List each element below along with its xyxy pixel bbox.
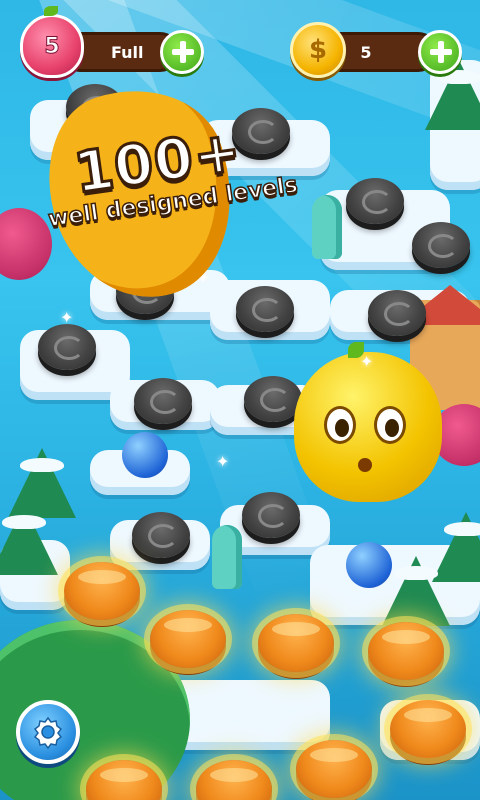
lives-count: 5 [44, 33, 60, 59]
locked-level[interactable] [244, 376, 302, 422]
level-button[interactable] [368, 622, 444, 680]
gear-icon [33, 716, 63, 749]
level-button[interactable] [196, 760, 272, 800]
locked-level[interactable] [242, 492, 300, 538]
locked-level[interactable] [346, 178, 404, 224]
sparkle-icon: ✦ [360, 352, 374, 371]
locked-level[interactable] [38, 324, 96, 370]
locked-level[interactable] [132, 512, 190, 558]
level-button[interactable] [150, 610, 226, 668]
sparkle-icon: ✦ [60, 308, 74, 327]
sparkle-icon: ✦ [216, 452, 230, 471]
settings-button[interactable] [16, 700, 80, 764]
jelly-mouth [358, 458, 372, 472]
cactus [312, 195, 342, 259]
level-map: ✦ ✦ ✦ ✦ 100+ well designed levels Full 5… [0, 0, 480, 800]
locked-level[interactable] [134, 378, 192, 424]
add-lives-button[interactable] [160, 30, 204, 74]
snowy-tree [0, 505, 58, 575]
coins-count: 5 [360, 42, 372, 62]
locked-level[interactable] [368, 290, 426, 336]
coin-icon: $ [290, 22, 346, 78]
blueberry-candy [122, 432, 168, 478]
lives-status: Full [111, 42, 144, 62]
level-button[interactable] [258, 614, 334, 672]
jelly-eye-left [324, 406, 356, 444]
heart-leaf [44, 6, 58, 16]
blueberry-candy [346, 542, 392, 588]
level-button[interactable] [390, 700, 466, 758]
add-coins-button[interactable] [418, 30, 462, 74]
locked-level[interactable] [236, 286, 294, 332]
level-button[interactable] [64, 562, 140, 620]
heart-icon: 5 [20, 14, 84, 78]
locked-level[interactable] [412, 222, 470, 268]
cactus [212, 525, 242, 589]
level-button[interactable] [296, 740, 372, 798]
jelly-eye-right [374, 406, 406, 444]
snowy-tree [382, 556, 450, 626]
jelly-character [294, 352, 442, 502]
